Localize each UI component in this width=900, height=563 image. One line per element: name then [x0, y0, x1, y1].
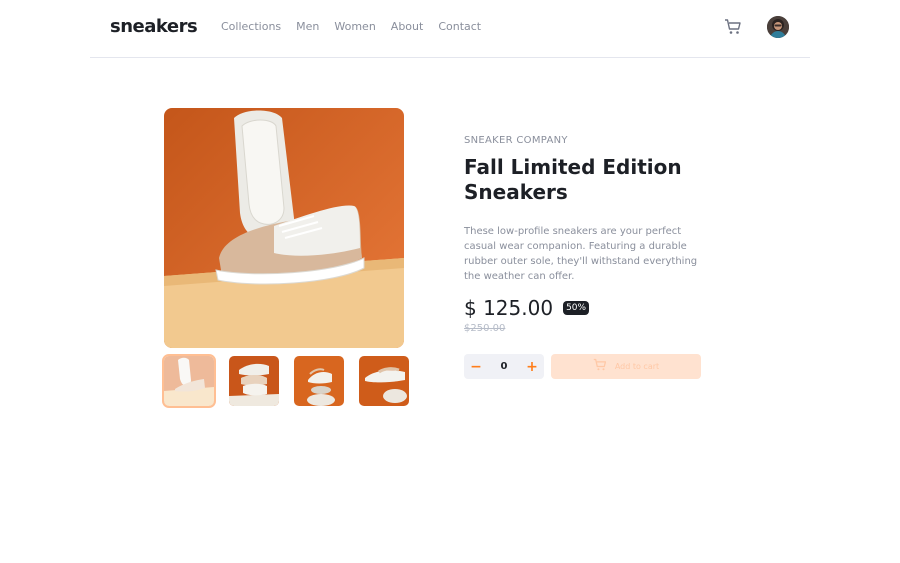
thumbnail-3[interactable] [294, 356, 344, 406]
product-info: SNEAKER COMPANY Fall Limited Edition Sne… [464, 135, 714, 334]
product-description: These low-profile sneakers are your perf… [464, 226, 698, 282]
increment-button[interactable]: + [525, 360, 539, 374]
purchase-actions: − 0 + Add to cart [464, 354, 701, 379]
nav-contact[interactable]: Contact [438, 20, 481, 33]
logo[interactable]: sneakers [110, 16, 198, 37]
site-header: sneakers Collections Men Women About Con… [90, 0, 810, 58]
nav-men[interactable]: Men [296, 20, 319, 33]
cart-icon [593, 357, 607, 376]
main-nav: Collections Men Women About Contact [221, 20, 481, 33]
quantity-stepper: − 0 + [464, 354, 544, 379]
thumbnail-1[interactable] [162, 354, 216, 408]
company-name: SNEAKER COMPANY [464, 135, 568, 146]
add-to-cart-button[interactable]: Add to cart [551, 354, 701, 379]
discount-badge: 50% [563, 301, 590, 315]
cart-icon[interactable] [724, 18, 742, 36]
add-to-cart-label: Add to cart [614, 362, 660, 371]
nav-collections[interactable]: Collections [221, 20, 281, 33]
decrement-button[interactable]: − [469, 360, 483, 374]
quantity-value[interactable]: 0 [501, 361, 508, 372]
original-price: $250.00 [464, 323, 506, 334]
thumbnail-4[interactable] [359, 356, 409, 406]
product-main-image[interactable] [164, 108, 404, 348]
nav-women[interactable]: Women [334, 20, 375, 33]
product-title: Fall Limited Edition Sneakers [464, 155, 682, 204]
thumbnail-strip [162, 354, 409, 408]
price-row: $ 125.00 50% [464, 296, 714, 320]
avatar[interactable] [767, 16, 789, 38]
nav-about[interactable]: About [391, 20, 424, 33]
thumbnail-2[interactable] [229, 356, 279, 406]
current-price: $ 125.00 [464, 296, 554, 320]
